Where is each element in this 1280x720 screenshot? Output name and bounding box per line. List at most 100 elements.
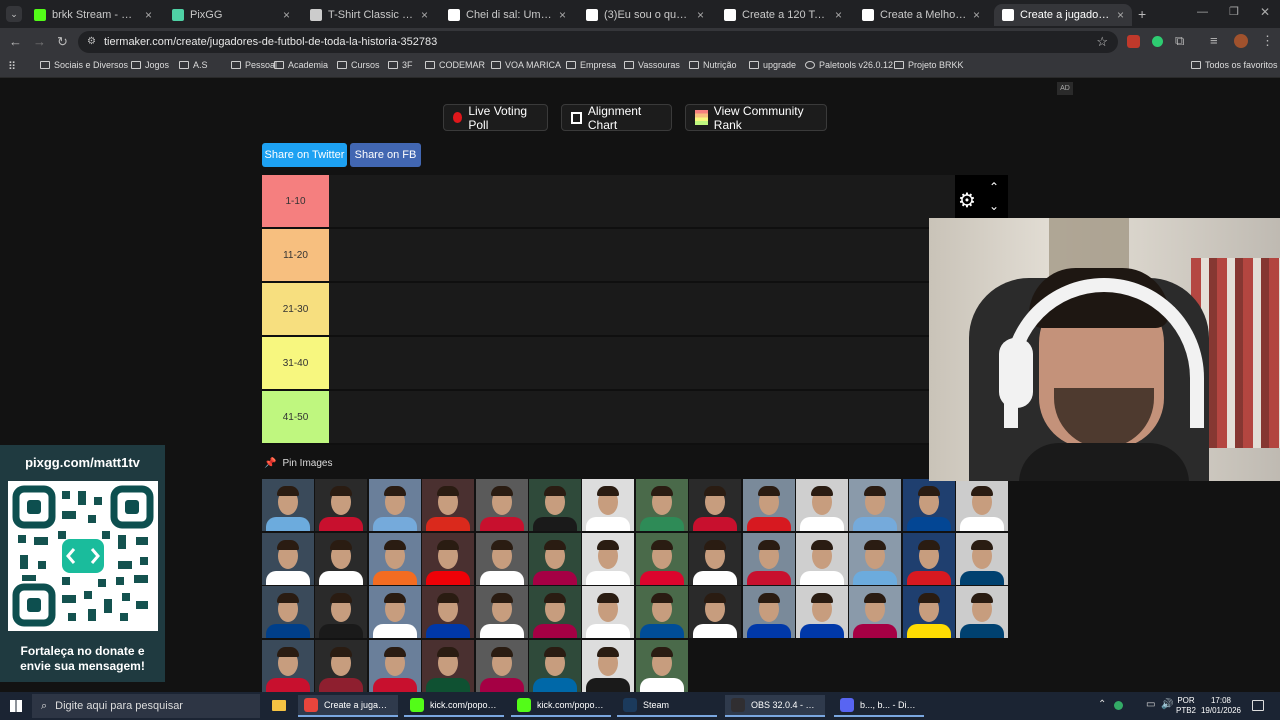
forward-icon[interactable]: → — [33, 34, 46, 49]
player-image[interactable] — [582, 586, 635, 638]
taskbar-app[interactable]: kick.com/popout/... — [511, 695, 611, 717]
restore-button[interactable]: ❐ — [1229, 5, 1239, 18]
bookmark-item[interactable]: Nutrição — [689, 60, 737, 70]
player-image[interactable] — [956, 586, 1009, 638]
bookmark-item[interactable]: Vassouras — [624, 60, 680, 70]
player-image[interactable] — [796, 586, 848, 638]
clock[interactable]: 17:08 19/01/2026 — [1200, 696, 1242, 716]
gear-icon[interactable]: ⚙ — [958, 188, 976, 213]
minimize-button[interactable]: — — [1197, 6, 1208, 18]
tier-row[interactable]: 41-50 — [262, 391, 1008, 445]
player-image[interactable] — [262, 639, 314, 692]
apps-grid-icon[interactable]: ⠿ — [8, 60, 16, 73]
player-image[interactable] — [368, 532, 421, 585]
player-image[interactable] — [902, 586, 955, 638]
player-image[interactable] — [582, 532, 635, 585]
tab-1[interactable]: brkk Stream - Watch Live × — [26, 4, 160, 26]
player-image[interactable] — [422, 479, 475, 531]
player-image[interactable] — [902, 532, 955, 585]
player-image[interactable] — [635, 586, 688, 638]
volume-icon[interactable]: 🔊 — [1161, 699, 1173, 710]
player-image[interactable] — [742, 586, 795, 638]
player-image[interactable] — [582, 479, 635, 531]
player-image[interactable] — [529, 532, 581, 585]
tier-row[interactable]: 1-10 — [262, 175, 1008, 229]
player-image[interactable] — [849, 586, 902, 638]
bookmark-item[interactable]: Projeto BRKK — [894, 60, 964, 70]
extension-green-icon[interactable] — [1152, 36, 1163, 47]
tier-label[interactable]: 31-40 — [262, 337, 329, 389]
player-image[interactable] — [529, 639, 581, 692]
player-image[interactable] — [635, 639, 688, 692]
move-down-icon[interactable]: ⌄ — [989, 199, 999, 213]
bookmark-item[interactable]: Cursos — [337, 60, 380, 70]
player-image[interactable] — [529, 586, 581, 638]
tier-label[interactable]: 41-50 — [262, 391, 329, 443]
tab-search-button[interactable]: ⌄ — [6, 6, 22, 22]
close-tab-icon[interactable]: × — [145, 8, 152, 22]
tab-2[interactable]: PixGG × — [164, 4, 298, 26]
player-image[interactable] — [422, 639, 475, 692]
move-up-icon[interactable]: ⌃ — [989, 180, 999, 194]
bookmark-item[interactable]: Paletools v26.0.12 — [805, 60, 893, 70]
share-twitter-button[interactable]: Share on Twitter — [262, 143, 347, 167]
player-image[interactable] — [475, 639, 528, 692]
player-image[interactable] — [315, 586, 368, 638]
tab-5[interactable]: (3)Eu sou o que desmaia × — [578, 4, 712, 26]
network-icon[interactable]: ▭ — [1146, 699, 1155, 710]
player-image[interactable] — [582, 639, 635, 692]
player-image[interactable] — [689, 532, 742, 585]
bookmark-item[interactable]: A.S — [179, 60, 208, 70]
bookmark-item[interactable]: Academia — [274, 60, 328, 70]
tier-label[interactable]: 11-20 — [262, 229, 329, 281]
tab-4[interactable]: Chei di sal: Um Meme En × — [440, 4, 574, 26]
site-info-icon[interactable]: ⚙ — [87, 36, 96, 47]
live-voting-poll-button[interactable]: Live Voting Poll — [443, 104, 548, 132]
profile-avatar[interactable] — [1234, 34, 1248, 48]
tray-app-icon[interactable] — [1114, 701, 1123, 710]
player-image[interactable] — [902, 479, 955, 531]
player-image[interactable] — [315, 479, 368, 531]
player-image[interactable] — [475, 479, 528, 531]
new-tab-button[interactable]: + — [1138, 6, 1146, 22]
tray-chevron-icon[interactable]: ⌃ — [1098, 699, 1106, 710]
player-image[interactable] — [742, 532, 795, 585]
player-image[interactable] — [635, 532, 688, 585]
player-image[interactable] — [849, 479, 902, 531]
player-image[interactable] — [849, 532, 902, 585]
player-image[interactable] — [475, 586, 528, 638]
player-image[interactable] — [262, 532, 314, 585]
close-tab-icon[interactable]: × — [283, 8, 290, 22]
player-image[interactable] — [368, 586, 421, 638]
extensions-puzzle-icon[interactable]: ⧉ — [1175, 33, 1184, 49]
player-image[interactable] — [796, 532, 848, 585]
bookmark-item[interactable]: VOA MARICA — [491, 60, 561, 70]
player-image[interactable] — [689, 479, 742, 531]
taskbar-app[interactable]: Create a jugadores ... — [298, 695, 398, 717]
keyboard-language[interactable]: POR PTB2 — [1176, 696, 1196, 716]
tier-row[interactable]: 21-30 — [262, 283, 1008, 337]
bookmark-item[interactable]: 3F — [388, 60, 413, 70]
tab-7[interactable]: Create a Melhores lugare × — [854, 4, 988, 26]
player-image[interactable] — [796, 479, 848, 531]
player-image[interactable] — [475, 532, 528, 585]
close-tab-icon[interactable]: × — [421, 8, 428, 22]
player-image[interactable] — [956, 479, 1009, 531]
bookmark-item[interactable]: CODEMAR — [425, 60, 485, 70]
tab-3[interactable]: T-Shirt Classic Vectra (Ve × — [302, 4, 436, 26]
back-icon[interactable]: ← — [9, 34, 22, 49]
close-tab-icon[interactable]: × — [559, 8, 566, 22]
player-image[interactable] — [422, 532, 475, 585]
extension-badge-icon[interactable] — [1127, 35, 1140, 48]
taskbar-search[interactable]: ⌕ Digite aqui para pesquisar — [32, 694, 260, 718]
address-bar[interactable]: ⚙ tiermaker.com/create/jugadores-de-futb… — [78, 31, 1118, 53]
notifications-icon[interactable] — [1252, 700, 1264, 711]
view-community-rank-button[interactable]: View Community Rank — [685, 104, 827, 132]
bookmark-star-icon[interactable]: ☆ — [1096, 34, 1108, 50]
file-explorer-icon[interactable] — [272, 700, 286, 711]
player-image[interactable] — [635, 479, 688, 531]
media-controls-icon[interactable]: ≡ — [1210, 33, 1218, 48]
bookmark-item[interactable]: Sociais e Diversos — [40, 60, 128, 70]
taskbar-app[interactable]: b..., b... - Discord — [834, 695, 924, 717]
player-image[interactable] — [368, 639, 421, 692]
